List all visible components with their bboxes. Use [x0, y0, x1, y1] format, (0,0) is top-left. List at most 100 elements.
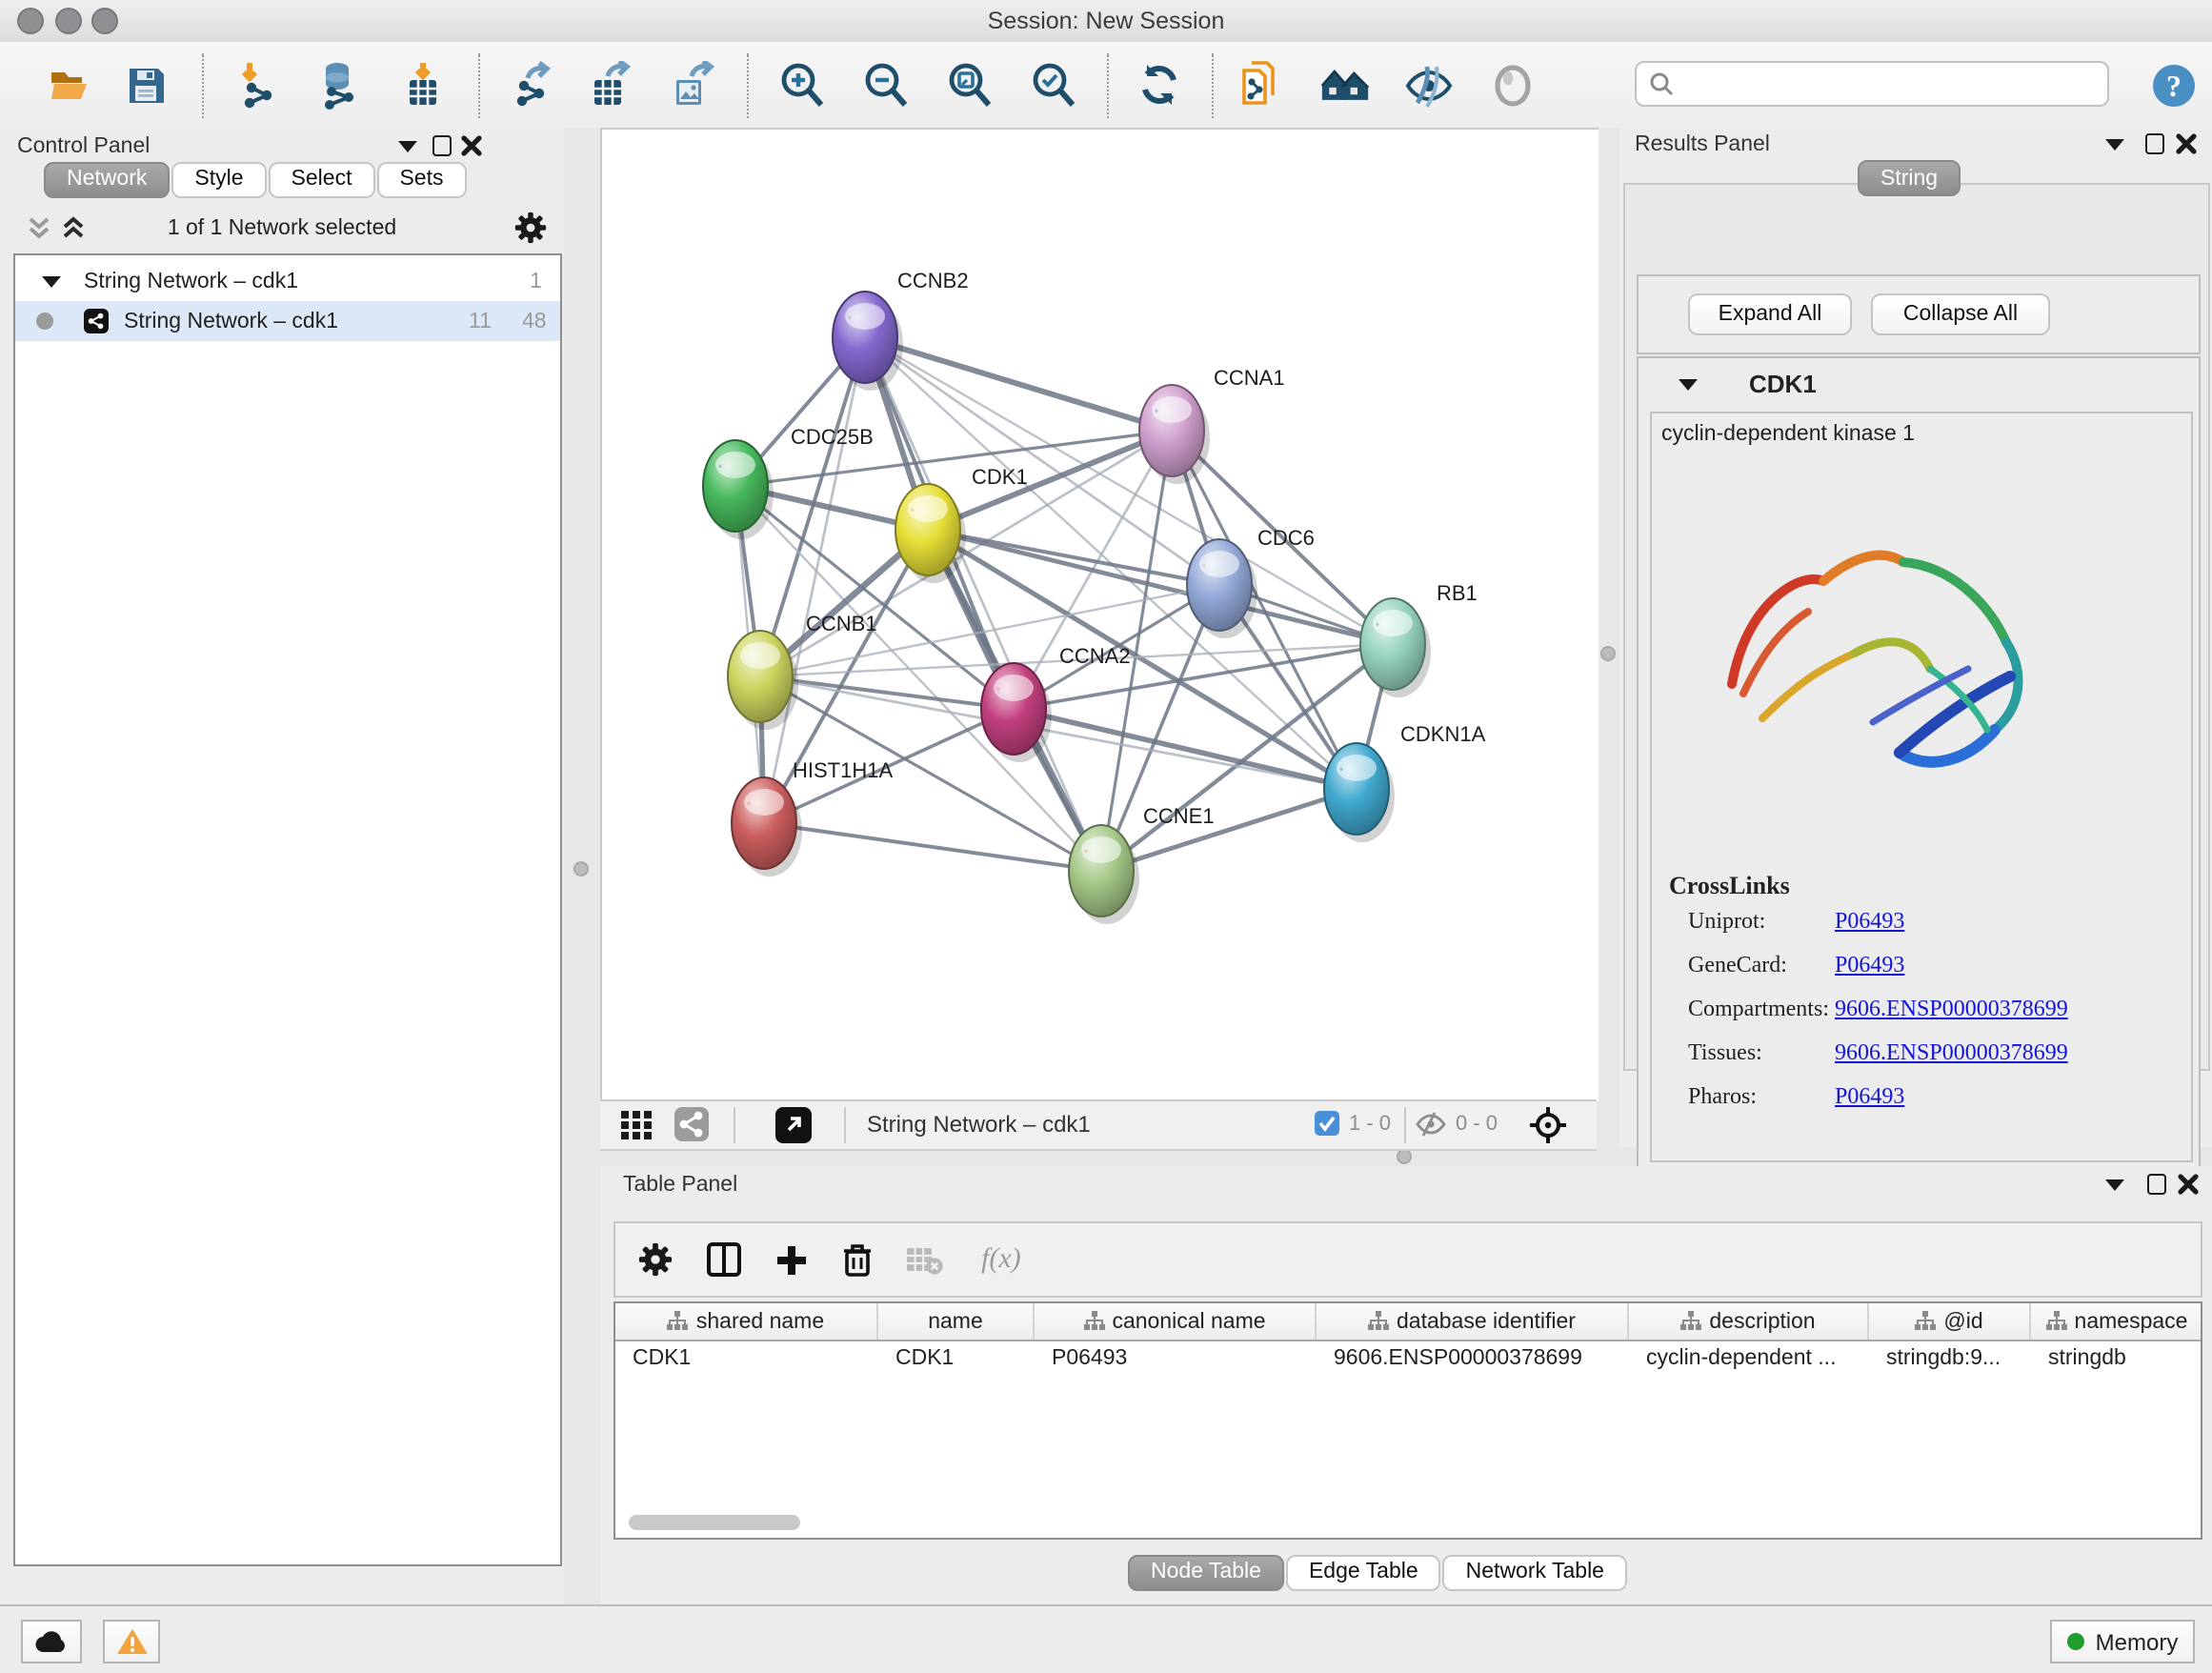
tab-node-table[interactable]: Node Table: [1128, 1554, 1284, 1590]
column-header-namespace[interactable]: namespace: [2031, 1303, 2202, 1340]
cloud-status-button[interactable]: [21, 1620, 82, 1663]
table-tabs: Node TableEdge TableNetwork Table: [1128, 1553, 1629, 1590]
cdk1-collapse-icon[interactable]: [1679, 379, 1698, 391]
tab-network-table[interactable]: Network Table: [1443, 1554, 1627, 1590]
show-hidden-eye-icon[interactable]: [1488, 61, 1538, 111]
grid-view-icon[interactable]: [621, 1111, 652, 1139]
zoom-out-icon[interactable]: [861, 61, 911, 111]
status-bar: Memory: [0, 1604, 2212, 1673]
table-panel-menu-icon[interactable]: [2105, 1179, 2124, 1191]
network-collection-row[interactable]: String Network – cdk1 1: [15, 261, 560, 301]
network-node-ccna2[interactable]: [981, 663, 1052, 762]
column-header-database-identifier[interactable]: database identifier: [1317, 1303, 1629, 1340]
right-splitter[interactable]: [1597, 128, 1619, 1147]
delete-column-icon[interactable]: [842, 1242, 873, 1277]
tab-select[interactable]: Select: [269, 161, 375, 197]
network-node-ccne1[interactable]: [1069, 825, 1139, 924]
open-session-icon[interactable]: [46, 61, 95, 111]
home-icon[interactable]: [1320, 61, 1370, 111]
network-from-selection-icon[interactable]: [1238, 61, 1288, 111]
column-header-canonical-name[interactable]: canonical name: [1035, 1303, 1317, 1340]
search-input[interactable]: [1675, 71, 2063, 97]
network-node-hist1h1a[interactable]: [732, 777, 802, 877]
delete-table-icon[interactable]: [907, 1245, 943, 1274]
crosslink-pharos-link[interactable]: P06493: [1835, 1082, 1904, 1109]
network-row-selected[interactable]: String Network – cdk1 11 48: [15, 301, 560, 341]
expand-all-button[interactable]: Expand All: [1688, 293, 1852, 335]
network-node-ccnb2[interactable]: [833, 292, 903, 391]
show-columns-icon[interactable]: [707, 1242, 741, 1277]
tab-edge-table[interactable]: Edge Table: [1286, 1554, 1441, 1590]
collection-label: String Network – cdk1: [84, 270, 298, 292]
table-panel: Table Panel f(x) shared namenamecanonica…: [600, 1166, 2212, 1604]
tab-sets[interactable]: Sets: [376, 161, 466, 197]
results-panel-menu-icon[interactable]: [2105, 139, 2124, 151]
import-network-file-icon[interactable]: [234, 61, 284, 111]
control-panel-float-icon[interactable]: [432, 135, 452, 156]
tab-network[interactable]: Network: [44, 161, 170, 197]
zoom-selected-icon[interactable]: [1029, 61, 1078, 111]
network-node-cdkn1a[interactable]: [1324, 743, 1395, 842]
bottom-splitter-handle[interactable]: [1397, 1149, 1412, 1164]
network-options-gear-icon[interactable]: [514, 212, 547, 244]
column-header-name[interactable]: name: [878, 1303, 1035, 1340]
hidden-eye-icon: [1416, 1111, 1446, 1138]
import-network-database-icon[interactable]: [314, 61, 364, 111]
memory-button[interactable]: Memory: [2050, 1620, 2195, 1663]
save-session-icon[interactable]: [122, 61, 171, 111]
open-in-window-icon[interactable]: [775, 1107, 812, 1143]
node-label-ccna1: CCNA1: [1214, 366, 1285, 390]
zoom-fit-icon[interactable]: [945, 61, 995, 111]
crosslink-row: GeneCard:P06493: [1688, 951, 1904, 979]
control-panel-close-icon[interactable]: [461, 135, 482, 156]
network-node-ccnb1[interactable]: [728, 631, 798, 730]
add-column-icon[interactable]: [775, 1243, 808, 1276]
right-splitter-handle[interactable]: [1600, 646, 1616, 661]
hide-selected-eye-icon[interactable]: [1404, 61, 1454, 111]
node-label-ccnb2: CCNB2: [897, 269, 969, 292]
export-network-icon[interactable]: [509, 61, 558, 111]
refresh-icon[interactable]: [1136, 61, 1185, 111]
tab-string[interactable]: String: [1858, 160, 1961, 196]
zoom-in-icon[interactable]: [777, 61, 827, 111]
table-horizontal-scrollbar[interactable]: [629, 1515, 800, 1530]
collection-expand-icon[interactable]: [42, 275, 61, 287]
crosslink-tissues-link[interactable]: 9606.ENSP00000378699: [1835, 1038, 2068, 1065]
network-canvas[interactable]: CCNB2CCNA1CDC25BCDK1CDC6RB1CCNB1CCNA2CDK…: [600, 128, 1599, 1101]
help-icon[interactable]: ?: [2149, 61, 2199, 111]
export-image-icon[interactable]: [667, 61, 716, 111]
table-cell: CDK1: [615, 1341, 878, 1374]
table-panel-close-icon[interactable]: [2178, 1174, 2199, 1195]
export-table-icon[interactable]: [585, 61, 634, 111]
control-panel-menu-icon[interactable]: [398, 141, 417, 152]
results-panel-close-icon[interactable]: [2176, 133, 2197, 154]
network-badge-icon[interactable]: [674, 1107, 709, 1141]
column-header-@id[interactable]: @id: [1869, 1303, 2031, 1340]
table-panel-float-icon[interactable]: [2147, 1174, 2166, 1195]
hierarchy-icon: [1915, 1311, 1936, 1332]
column-header-shared-name[interactable]: shared name: [615, 1303, 878, 1340]
column-header-description[interactable]: description: [1629, 1303, 1869, 1340]
left-splitter[interactable]: [564, 128, 600, 1604]
function-builder-icon[interactable]: f(x): [981, 1243, 1021, 1276]
tab-style[interactable]: Style: [171, 161, 266, 197]
svg-text:?: ?: [2166, 69, 2182, 103]
string-network-graph[interactable]: CCNB2CCNA1CDC25BCDK1CDC6RB1CCNB1CCNA2CDK…: [602, 130, 1599, 1101]
crosslink-genecard-link[interactable]: P06493: [1835, 951, 1904, 978]
warnings-button[interactable]: [103, 1620, 160, 1663]
fit-selected-crosshair-icon[interactable]: [1528, 1105, 1568, 1145]
left-splitter-handle[interactable]: [573, 861, 589, 877]
network-node-cdc6[interactable]: [1187, 539, 1257, 638]
table-cell: CDK1: [878, 1341, 1035, 1374]
crosslink-uniprot-link[interactable]: P06493: [1835, 907, 1904, 934]
collapse-all-button[interactable]: Collapse All: [1871, 293, 2050, 335]
crosslink-label: Compartments:: [1688, 995, 1835, 1023]
title-bar: Session: New Session: [0, 0, 2212, 44]
table-row[interactable]: CDK1CDK1P064939606.ENSP00000378699cyclin…: [615, 1341, 2201, 1374]
network-node-rb1[interactable]: [1360, 598, 1431, 697]
table-options-gear-icon[interactable]: [638, 1242, 673, 1277]
crosslink-compartments-link[interactable]: 9606.ENSP00000378699: [1835, 995, 2068, 1021]
selected-checkbox-icon[interactable]: [1315, 1111, 1339, 1136]
results-panel-float-icon[interactable]: [2145, 133, 2164, 154]
import-table-file-icon[interactable]: [398, 61, 448, 111]
